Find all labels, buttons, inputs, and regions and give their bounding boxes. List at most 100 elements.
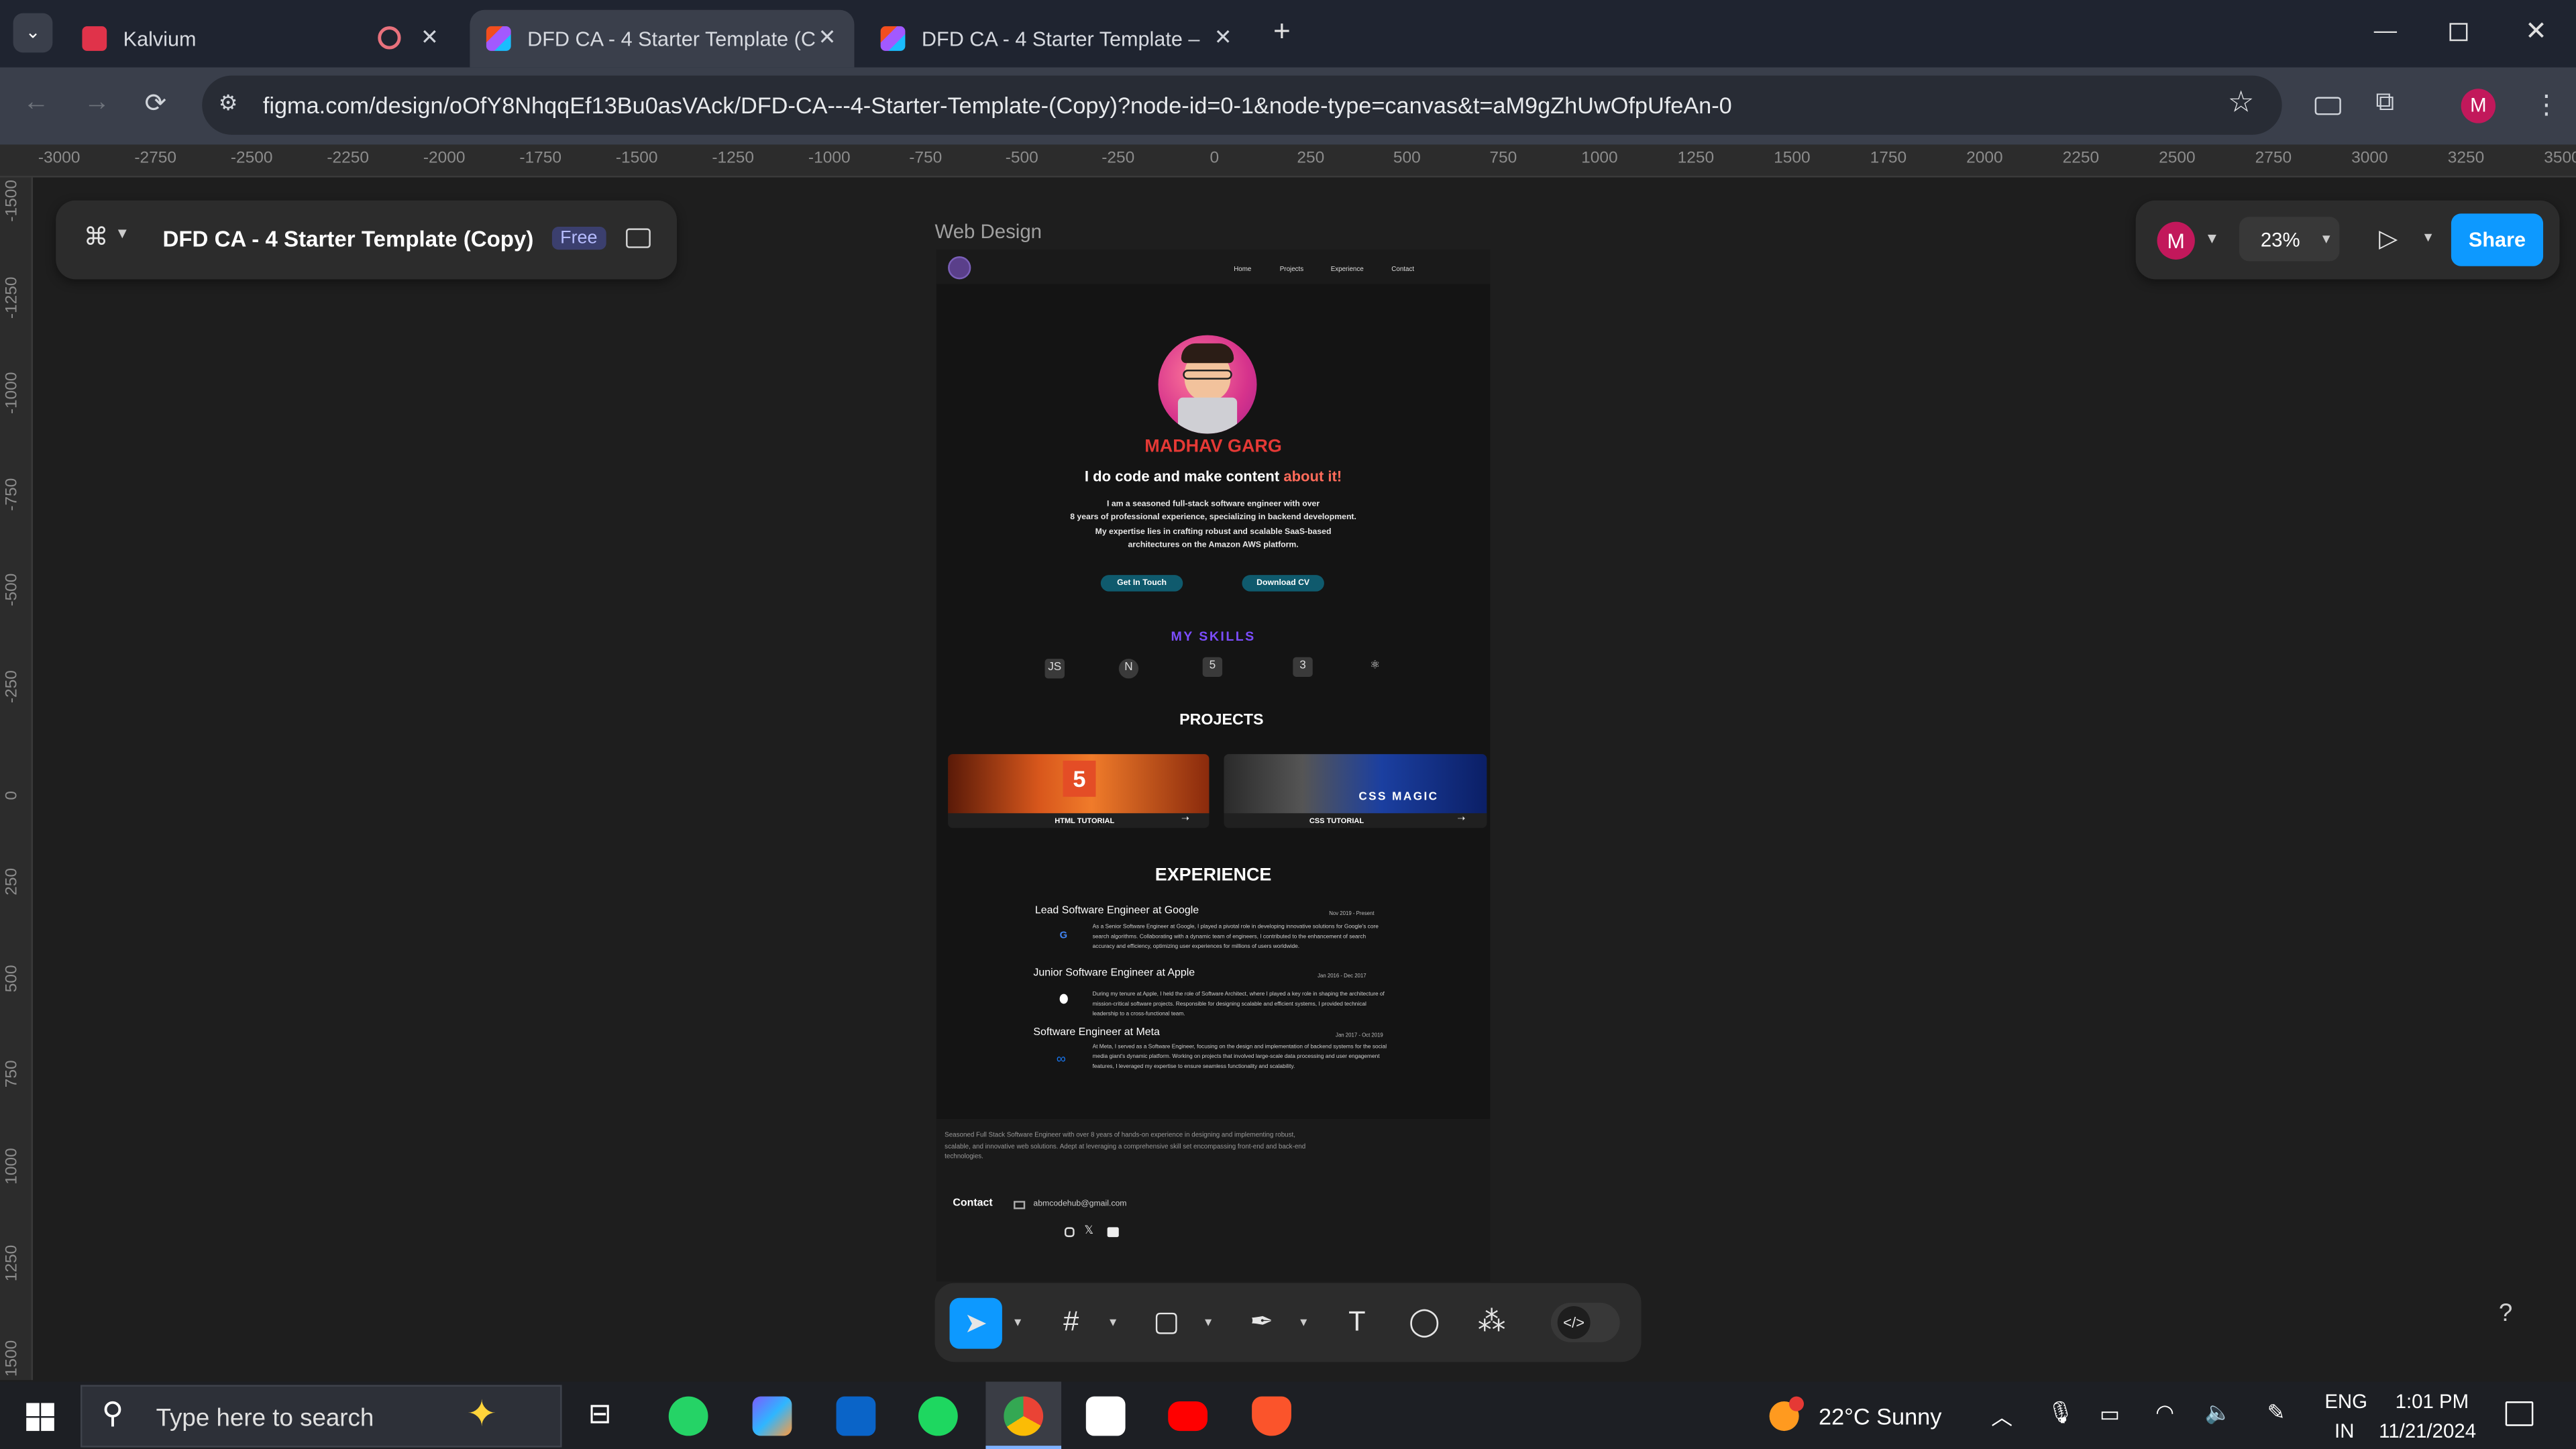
collab-panel: M ▼ 23% ▼ ▷ ▼ Share	[2135, 200, 2560, 280]
file-title[interactable]: DFD CA - 4 Starter Template (Copy)	[162, 227, 533, 252]
pen-icon[interactable]: ✎	[2267, 1400, 2286, 1426]
close-tab-icon[interactable]: ✕	[1214, 25, 1232, 51]
project-card-html[interactable]: 5 HTML TUTORIAL ➝	[948, 754, 1210, 828]
components-icon[interactable]: ⁂	[1472, 1303, 1511, 1342]
youtube-icon[interactable]	[1107, 1227, 1119, 1238]
youtube-app-icon[interactable]	[1168, 1401, 1208, 1432]
get-in-touch-button[interactable]: Get In Touch	[1100, 575, 1183, 592]
nav-item-experience[interactable]: Experience	[1331, 264, 1364, 272]
chevron-down-icon[interactable]: ▼	[115, 225, 129, 241]
minimize-window-icon[interactable]: —	[2374, 16, 2397, 42]
tab-search-button[interactable]: ⌄	[13, 13, 53, 53]
tab-kalvium[interactable]: Kalvium ✕	[66, 10, 457, 68]
contact-email[interactable]: abmcodehub@gmail.com	[1033, 1199, 1126, 1210]
microsoft-store-icon[interactable]	[1085, 1396, 1126, 1436]
extensions-icon[interactable]: ⧉	[2375, 89, 2394, 118]
weather-text[interactable]: 22°C Sunny	[1819, 1403, 1941, 1429]
tab-figma-active[interactable]: DFD CA - 4 Starter Template (Co ✕	[470, 9, 855, 68]
nav-item-projects[interactable]: Projects	[1280, 264, 1303, 272]
chevron-down-icon[interactable]: ▼	[1012, 1318, 1024, 1329]
logo-icon	[948, 256, 971, 280]
chevron-down-icon[interactable]: ▼	[2205, 230, 2220, 246]
pen-tool-icon[interactable]: ✒	[1242, 1303, 1281, 1342]
back-arrow-icon[interactable]: ←	[23, 89, 49, 118]
taskbar-search-box[interactable]: ⚲ Type here to search ✦	[80, 1385, 562, 1448]
reload-icon[interactable]: ⟳	[145, 87, 167, 120]
web-design-frame[interactable]: Home Projects Experience Contact MADHAV …	[936, 250, 1491, 1282]
comment-tool-icon[interactable]: ◯	[1405, 1303, 1444, 1342]
language-bottom[interactable]: IN	[2334, 1419, 2354, 1442]
spotify-icon[interactable]	[918, 1396, 958, 1436]
volume-icon[interactable]: 🔈	[2205, 1400, 2232, 1426]
nav-item-home[interactable]: Home	[1234, 264, 1251, 272]
text-tool-icon[interactable]: T	[1337, 1303, 1377, 1342]
frame-label[interactable]: Web Design	[934, 220, 1042, 243]
frame-tool-icon[interactable]: #	[1051, 1303, 1091, 1342]
figma-tool-toolbar: ➤ ▼ # ▼ ▢ ▼ ✒ ▼ T ◯ ⁂ </>	[934, 1283, 1642, 1362]
url-text[interactable]: figma.com/design/oOfY8NhqqEf13Bu0asVAck/…	[263, 92, 1732, 118]
brave-icon[interactable]	[1252, 1396, 1291, 1436]
ruler-tick-label: -1500	[615, 149, 658, 168]
chrome-icon[interactable]	[1004, 1396, 1044, 1436]
bookmark-star-icon[interactable]: ☆	[2228, 85, 2255, 119]
ruler-tick-label: 2000	[1966, 149, 2003, 168]
address-bar[interactable]: ⚙ figma.com/design/oOfY8NhqqEf13Bu0asVAc…	[202, 75, 2282, 135]
battery-icon[interactable]: ▭	[2100, 1401, 2120, 1428]
arrow-icon: ➝	[1457, 814, 1466, 825]
profile-avatar[interactable]: M	[2461, 89, 2496, 123]
ruler-tick-label: -750	[909, 149, 943, 168]
react-icon: ⚛	[1370, 660, 1381, 672]
zoom-dropdown[interactable]: 23% ▼	[2239, 217, 2340, 262]
forward-arrow-icon[interactable]: →	[84, 89, 110, 118]
code-icon: </>	[1557, 1305, 1591, 1339]
copilot-icon[interactable]	[752, 1396, 792, 1436]
rectangle-tool-icon[interactable]: ▢	[1146, 1303, 1186, 1342]
wifi-icon[interactable]: ◠	[2155, 1400, 2174, 1426]
chevron-down-icon[interactable]: ▼	[2422, 230, 2434, 245]
outlook-icon[interactable]	[836, 1396, 876, 1436]
language-top[interactable]: ENG	[2324, 1390, 2367, 1413]
help-icon[interactable]: ?	[2499, 1299, 2512, 1328]
laptop-icon	[1177, 397, 1238, 434]
task-view-icon[interactable]: ⊟	[588, 1398, 612, 1431]
figma-menu-icon[interactable]: ⌘	[84, 222, 109, 252]
x-twitter-icon[interactable]: 𝕏	[1084, 1224, 1093, 1237]
chevron-down-icon[interactable]: ▼	[1108, 1318, 1119, 1329]
whatsapp-icon[interactable]	[668, 1396, 708, 1436]
chevron-down-icon[interactable]: ▼	[1203, 1318, 1214, 1329]
tab-figma[interactable]: DFD CA - 4 Starter Template – F ✕	[864, 10, 1248, 68]
menu-kebab-icon[interactable]: ⋮	[2533, 89, 2559, 121]
close-tab-icon[interactable]: ✕	[818, 25, 837, 51]
experience-title: Lead Software Engineer at Google	[1034, 905, 1199, 917]
plan-badge: Free	[551, 226, 606, 250]
nav-item-contact[interactable]: Contact	[1391, 264, 1414, 272]
close-tab-icon[interactable]: ✕	[421, 25, 439, 51]
toggle-sidebar-icon[interactable]	[626, 228, 651, 248]
dev-mode-toggle[interactable]: </>	[1550, 1303, 1620, 1342]
share-button[interactable]: Share	[2451, 213, 2544, 266]
close-window-icon[interactable]: ✕	[2525, 15, 2547, 48]
share-label: Share	[2468, 228, 2526, 252]
microphone-icon[interactable]: 🎙	[2047, 1400, 2074, 1426]
projects-title: PROJECTS	[1179, 711, 1264, 730]
intro-line: architectures on the Amazon AWS platform…	[1128, 540, 1299, 551]
project-card-css[interactable]: CSS MAGIC CSS TUTORIAL ➝	[1224, 754, 1487, 828]
present-play-icon[interactable]: ▷	[2379, 223, 2398, 254]
tab-title: DFD CA - 4 Starter Template – F	[921, 27, 1205, 50]
restore-window-icon[interactable]	[2449, 23, 2468, 42]
notifications-icon[interactable]	[2505, 1401, 2534, 1426]
clock-time[interactable]: 1:01 PM	[2396, 1390, 2469, 1413]
move-tool-icon[interactable]: ➤	[949, 1297, 1002, 1349]
browser-tab-strip: ⌄ Kalvium ✕ DFD CA - 4 Starter Template …	[0, 0, 2576, 68]
cast-icon[interactable]	[2314, 97, 2341, 115]
instagram-icon[interactable]	[1064, 1227, 1075, 1238]
clock-date[interactable]: 11/21/2024	[2379, 1419, 2476, 1442]
windows-start-icon[interactable]	[26, 1403, 54, 1432]
download-cv-button[interactable]: Download CV	[1242, 575, 1324, 592]
tray-chevron-up-icon[interactable]: ︿	[1991, 1400, 2012, 1432]
user-initial: M	[2167, 228, 2185, 254]
chevron-down-icon[interactable]: ▼	[1298, 1318, 1309, 1329]
new-tab-button[interactable]: +	[1273, 15, 1291, 49]
user-avatar[interactable]: M	[2157, 221, 2195, 260]
site-info-icon[interactable]: ⚙	[219, 91, 238, 117]
